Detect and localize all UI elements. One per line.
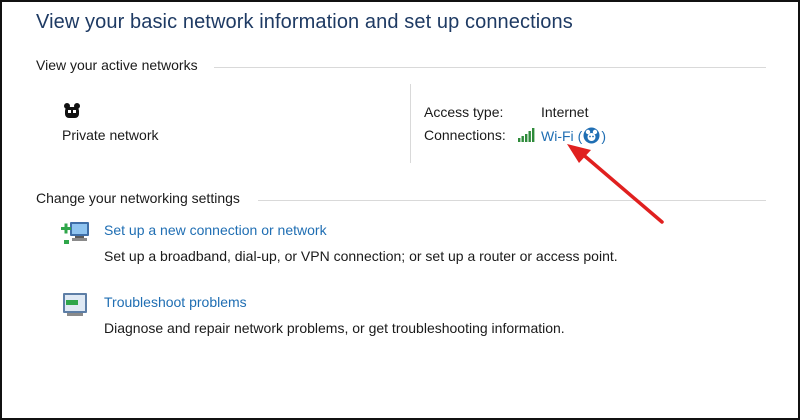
access-type-label: Access type: — [424, 104, 504, 120]
connections-label: Connections: — [424, 127, 506, 143]
network-name: Private network — [62, 127, 159, 143]
network-bench-icon — [64, 103, 80, 118]
close-paren: ) — [601, 127, 606, 144]
active-networks-heading: View your active networks — [36, 57, 198, 73]
open-paren: ( — [577, 127, 583, 144]
new-connection-icon[interactable] — [61, 219, 91, 245]
wifi-connection-name: Wi-Fi — [541, 127, 574, 144]
access-type-value: Internet — [541, 104, 589, 120]
section-divider — [258, 200, 766, 201]
troubleshoot-description: Diagnose and repair network problems, or… — [104, 320, 565, 336]
page-title: View your basic network information and … — [36, 11, 573, 33]
settings-heading: Change your networking settings — [36, 190, 240, 206]
network-avatar-icon — [583, 127, 600, 144]
setup-connection-link[interactable]: Set up a new connection or network — [104, 222, 327, 238]
setup-connection-description: Set up a broadband, dial-up, or VPN conn… — [104, 248, 618, 264]
troubleshoot-link[interactable]: Troubleshoot problems — [104, 294, 247, 310]
wifi-signal-bars-icon — [518, 128, 535, 142]
wifi-connection-link[interactable]: Wi-Fi ( ) — [541, 127, 606, 144]
section-divider — [214, 67, 766, 68]
vertical-divider — [410, 84, 411, 163]
troubleshoot-icon[interactable] — [61, 292, 91, 318]
